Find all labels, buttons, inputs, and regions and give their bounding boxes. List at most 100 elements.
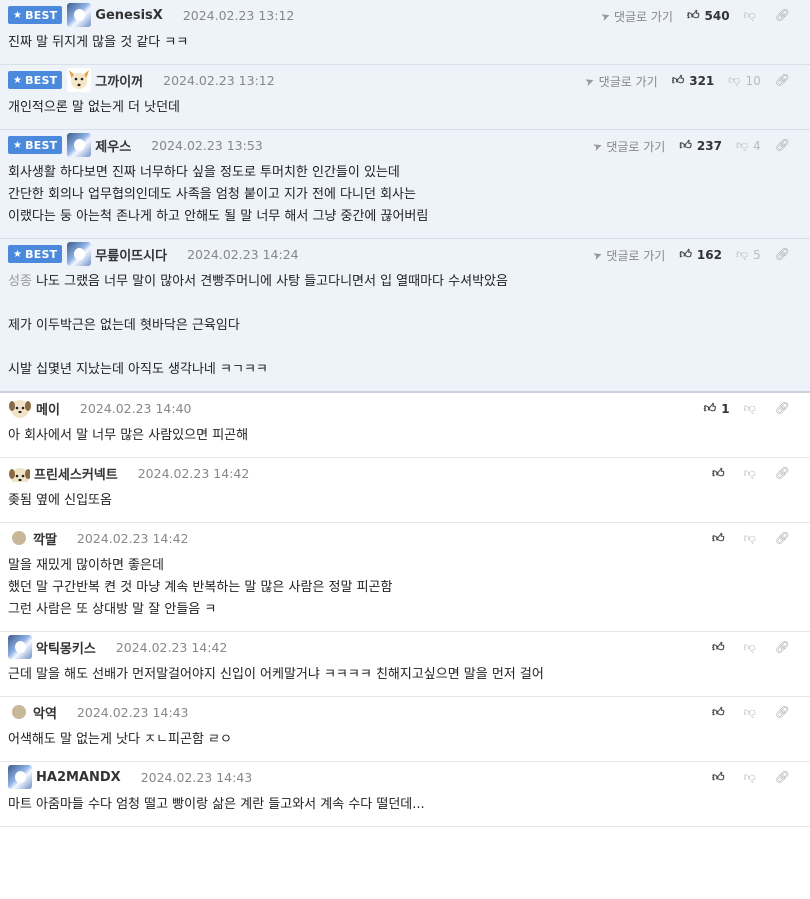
thumbs-up-icon: 👍︎: [703, 401, 717, 415]
comment-actions: 👍︎ 👎︎ 🔗︎: [712, 523, 790, 553]
reply-target-nick[interactable]: 성종: [8, 274, 32, 289]
downvote-button[interactable]: 👎︎ 5: [736, 247, 761, 262]
goto-reply-link[interactable]: ➤ 댓글로 가기: [583, 73, 658, 90]
link-icon[interactable]: 🔗︎: [775, 247, 790, 261]
author-nickname[interactable]: 깍딸: [33, 529, 57, 548]
link-icon[interactable]: 🔗︎: [775, 8, 790, 22]
upvote-button[interactable]: 👍︎ 321: [672, 73, 715, 88]
comment-item: 메이 2024.02.23 14:40 👍︎ 1 👎︎ 🔗︎ 아 회사에서 말 너무 많은 …: [0, 393, 810, 458]
best-badge-label: BEST: [25, 138, 58, 152]
avatar[interactable]: [67, 133, 92, 157]
downvote-button[interactable]: 👎︎: [744, 640, 761, 655]
avatar[interactable]: [8, 464, 30, 482]
link-icon[interactable]: 🔗︎: [775, 640, 790, 654]
navigate-arrow-icon: ➤: [583, 73, 597, 90]
comment-header: 깍딸 2024.02.23 14:42 👍︎ 👎︎ 🔗︎: [8, 523, 802, 553]
upvote-button[interactable]: 👍︎: [712, 531, 730, 546]
thumbs-down-icon: 👎︎: [743, 705, 756, 719]
comment-date: 2024.02.23 14:42: [76, 530, 189, 546]
comment-header: ★ BEST GenesisX 2024.02.23 13:12 ➤ 댓글로 가기 👍︎ 54…: [8, 0, 802, 30]
link-icon[interactable]: 🔗︎: [775, 73, 790, 87]
link-icon[interactable]: 🔗︎: [775, 770, 790, 784]
author-nickname[interactable]: HA2MANDX: [36, 770, 121, 785]
upvote-button[interactable]: 👍︎: [712, 705, 730, 720]
avatar[interactable]: [67, 242, 92, 266]
downvote-button[interactable]: 👎︎: [744, 8, 761, 23]
comment-body: 좆됨 옆에 신입또옴: [8, 488, 802, 522]
comment-header: HA2MANDX 2024.02.23 14:43 👍︎ 👎︎ 🔗︎: [8, 762, 802, 792]
thumbs-up-icon: 👍︎: [712, 770, 725, 784]
thumbs-down-icon: 👎︎: [735, 247, 749, 261]
comment-date: 2024.02.23 13:12: [182, 7, 295, 23]
downvote-button[interactable]: 👎︎: [744, 705, 761, 720]
upvote-button[interactable]: 👍︎ 162: [679, 247, 722, 262]
author-nickname[interactable]: 악틱몽키스: [36, 638, 96, 657]
avatar[interactable]: [8, 765, 32, 789]
comment-line: 좆됨 옆에 신입또옴: [8, 490, 802, 512]
avatar[interactable]: [67, 3, 92, 27]
link-icon[interactable]: 🔗︎: [775, 466, 790, 480]
comment-date: 2024.02.23 14:42: [115, 639, 228, 655]
goto-reply-label: 댓글로 가기: [613, 10, 673, 24]
author-nickname[interactable]: 무릎이뜨시다: [95, 245, 167, 264]
comment-actions: 👍︎ 1 👎︎ 🔗︎: [704, 393, 790, 423]
comment-item: ★ BEST 제우스 2024.02.23 13:53 ➤ 댓글로 가기 👍︎ 237 👎︎ 4 🔗…: [0, 130, 810, 239]
comment-date: 2024.02.23 14:24: [187, 246, 299, 262]
goto-reply-link[interactable]: ➤ 댓글로 가기: [599, 8, 673, 25]
downvote-button[interactable]: 👎︎: [744, 770, 761, 785]
comment-actions: ➤ 댓글로 가기 👍︎ 321 👎︎ 10 🔗︎: [583, 65, 790, 95]
comment-line: 했던 말 구간반복 켠 것 마냥 계속 반복하는 말 많은 사람은 정말 피곤함: [8, 577, 802, 599]
comment-line: 개인적으론 말 없는게 더 낫던데: [8, 97, 802, 119]
upvote-count: 1: [721, 401, 730, 416]
downvote-button[interactable]: 👎︎ 10: [728, 73, 760, 88]
avatar[interactable]: [8, 396, 32, 420]
downvote-button[interactable]: 👎︎ 4: [736, 138, 761, 153]
author-nickname[interactable]: 메이: [36, 399, 60, 418]
comment-text: 좆됨 옆에 신입또옴: [8, 493, 112, 508]
author-nickname[interactable]: 그까이꺼: [95, 71, 143, 90]
author-nickname[interactable]: 제우스: [95, 136, 131, 155]
comment-text: 나도 그랬음 너무 말이 많아서 견빵주머니에 사탕 들고다니면서 입 열때마다…: [36, 274, 508, 289]
comment-text: 시발 십몇년 지났는데 아직도 생각나네 ㅋㄱㅋㅋ: [8, 362, 268, 377]
author-nickname[interactable]: 프린세스커넥트: [34, 464, 118, 483]
comment-actions: 👍︎ 👎︎ 🔗︎: [712, 697, 790, 727]
downvote-button[interactable]: 👎︎: [744, 466, 761, 481]
comment-text: 개인적으론 말 없는게 더 낫던데: [8, 100, 181, 115]
upvote-button[interactable]: 👍︎: [712, 640, 730, 655]
navigate-arrow-icon: ➤: [591, 247, 605, 264]
upvote-button[interactable]: 👍︎ 237: [679, 138, 722, 153]
link-icon[interactable]: 🔗︎: [775, 705, 790, 719]
thumbs-down-icon: 👎︎: [728, 73, 741, 87]
comment-line: 이랬다는 둥 아는척 존나게 하고 안해도 될 말 너무 해서 그냥 중간에 끊…: [8, 206, 802, 228]
downvote-button[interactable]: 👎︎: [744, 401, 761, 416]
link-icon[interactable]: 🔗︎: [775, 401, 790, 415]
link-icon[interactable]: 🔗︎: [775, 531, 790, 545]
avatar[interactable]: [67, 68, 92, 92]
comment-date: 2024.02.23 14:43: [140, 769, 253, 785]
avatar[interactable]: [8, 635, 32, 659]
comment-body: 어색해도 말 없는게 낫다 ㅈㄴ피곤함 ㄹㅇ: [8, 727, 802, 761]
comment-header: 악역 2024.02.23 14:43 👍︎ 👎︎ 🔗︎: [8, 697, 802, 727]
comment-text: 제가 이두박근은 없는데 혓바닥은 근육임다: [8, 318, 240, 333]
comment-text: 그런 사람은 또 상대방 말 잘 안들음 ㅋ: [8, 602, 217, 617]
upvote-button[interactable]: 👍︎ 540: [687, 8, 730, 23]
comment-line: 제가 이두박근은 없는데 혓바닥은 근육임다: [8, 315, 802, 337]
comment-header: ★ BEST 제우스 2024.02.23 13:53 ➤ 댓글로 가기 👍︎ 237 👎︎ 4 🔗…: [8, 130, 802, 160]
goto-reply-link[interactable]: ➤ 댓글로 가기: [591, 247, 665, 264]
comment-item: 악역 2024.02.23 14:43 👍︎ 👎︎ 🔗︎ 어색해도 말 없는게 낫다 ㅈㄴ…: [0, 697, 810, 762]
comment-date: 2024.02.23 13:12: [163, 72, 275, 88]
comment-actions: 👍︎ 👎︎ 🔗︎: [712, 632, 790, 662]
avatar[interactable]: [12, 705, 26, 719]
comment-header: ★ BEST 그까이꺼 2024.02.23 13:12 ➤ 댓글로 가기 👍︎ 321 👎︎ 1…: [8, 65, 802, 95]
comment-line: 간단한 회의나 업무협의인데도 사족을 엄청 붙이고 지가 전에 다니던 회사는: [8, 184, 802, 206]
goto-reply-link[interactable]: ➤ 댓글로 가기: [591, 138, 665, 155]
thumbs-down-icon: 👎︎: [743, 466, 756, 480]
upvote-button[interactable]: 👍︎: [712, 466, 730, 481]
author-nickname[interactable]: GenesisX: [95, 8, 163, 23]
link-icon[interactable]: 🔗︎: [775, 138, 790, 152]
downvote-button[interactable]: 👎︎: [744, 531, 761, 546]
author-nickname[interactable]: 악역: [33, 703, 57, 722]
upvote-button[interactable]: 👍︎ 1: [704, 401, 730, 416]
upvote-button[interactable]: 👍︎: [712, 770, 730, 785]
avatar[interactable]: [12, 531, 26, 545]
